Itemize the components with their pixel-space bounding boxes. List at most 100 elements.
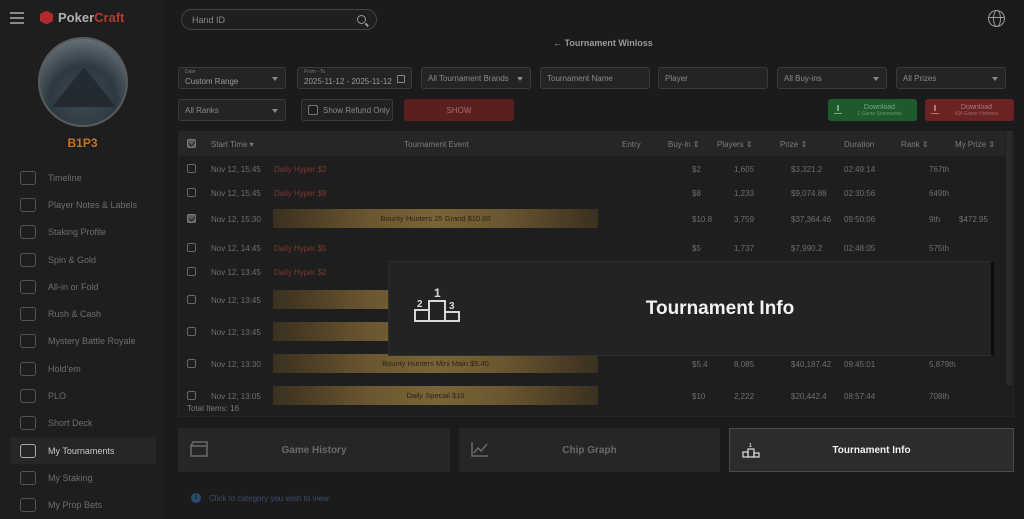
event-name: Bounty Hunters Mini Main $5.40: [382, 359, 489, 368]
duration-cell: 08:57:44: [844, 392, 876, 401]
start-time-cell: Nov 12, 14:45: [211, 244, 261, 253]
row-checkbox[interactable]: [187, 243, 196, 252]
row-checkbox[interactable]: [187, 267, 196, 276]
players-cell: 8,085: [734, 360, 755, 369]
sidebar-item-plo[interactable]: PLO: [10, 382, 156, 409]
show-button[interactable]: SHOW: [404, 99, 514, 121]
sidebar-item-all-in-or-fold[interactable]: All-in or Fold: [10, 273, 156, 300]
tab-game-history[interactable]: Game History: [178, 428, 450, 472]
sidebar-item-short-deck[interactable]: Short Deck: [10, 410, 156, 437]
ranks-select[interactable]: All Ranks: [178, 99, 286, 121]
sidebar-item-hold-em[interactable]: Hold'em: [10, 355, 156, 382]
sidebar-item-my-staking[interactable]: My Staking: [10, 464, 156, 491]
download-icon: [931, 105, 939, 114]
myprize-cell: $472.95: [959, 215, 988, 224]
table-scrollbar[interactable]: [1006, 131, 1012, 385]
buyin-cell: $10: [692, 392, 706, 401]
info-hint: i Click to category you wish to view: [191, 493, 329, 503]
download-summaries-button[interactable]: Download 1 Game Summaries: [828, 99, 917, 121]
row-checkbox[interactable]: [187, 164, 196, 173]
tab-chip-graph[interactable]: Chip Graph: [459, 428, 720, 472]
date-value: Custom Range: [185, 76, 239, 86]
tournament-name-input[interactable]: Tournament Name: [540, 67, 650, 89]
menu-icon[interactable]: [10, 12, 24, 24]
star-icon: [281, 327, 290, 336]
tournament-name-placeholder: Tournament Name: [547, 73, 613, 83]
row-checkbox[interactable]: [187, 188, 196, 197]
rank-cell: 5,879th: [929, 360, 956, 369]
duration-cell: 09:50:06: [844, 215, 876, 224]
col-my-prize[interactable]: My Prize ⇕: [955, 140, 995, 149]
sidebar-item-timeline[interactable]: Timeline: [10, 164, 156, 191]
refund-checkbox[interactable]: Show Refund Only: [301, 99, 393, 121]
avatar[interactable]: [38, 37, 128, 127]
buyin-cell: $8: [692, 189, 701, 198]
sidebar-item-label: PLO: [48, 391, 67, 402]
event-banner[interactable]: Daily Special $10: [273, 386, 598, 405]
trophy-icon: [20, 443, 36, 458]
sidebar-item-my-prop-bets[interactable]: My Prop Bets: [10, 492, 156, 519]
search-icon[interactable]: [357, 15, 366, 24]
table-row[interactable]: Nov 12, 14:45 Daily Hyper $5 $5 1,737 $7,990…: [179, 237, 1005, 259]
refund-label: Show Refund Only: [323, 105, 390, 115]
sidebar-item-player-notes-labels[interactable]: Player Notes & Labels: [10, 191, 156, 218]
sidebar-item-spin-gold[interactable]: Spin & Gold: [10, 246, 156, 273]
table-row[interactable]: Nov 12, 15:45 Daily Hyper $8 $8 1,233 $9,074…: [179, 182, 1005, 204]
download-histories-button[interactable]: Download 436 Game Histories: [925, 99, 1014, 121]
date-range-field[interactable]: From - To 2025-11-12 - 2025-11-12: [297, 67, 412, 89]
brands-value: All Tournament Brands: [428, 73, 509, 83]
tab-tournament-info[interactable]: 1 Tournament Info: [729, 428, 1014, 472]
players-cell: 3,759: [734, 215, 755, 224]
overlay-title: Tournament Info: [645, 298, 795, 319]
buyins-select[interactable]: All Buy-ins: [777, 67, 887, 89]
table-row[interactable]: Nov 12, 13:05 Daily Special $10 $10 2,222 $2…: [179, 385, 1005, 407]
row-checkbox[interactable]: [187, 359, 196, 368]
sidebar-item-mystery-battle-royale[interactable]: Mystery Battle Royale: [10, 328, 156, 355]
prize-cell: $40,187.42: [791, 360, 832, 369]
event-banner[interactable]: Bounty Hunters 25 Grand $10.80: [273, 209, 598, 228]
rank-cell: 649th: [929, 189, 950, 198]
start-time-cell: Nov 12, 15:30: [211, 215, 261, 224]
player-input[interactable]: Player: [658, 67, 768, 89]
row-checkbox[interactable]: [187, 295, 196, 304]
pokercraft-logo-icon: [40, 10, 53, 25]
col-rank[interactable]: Rank ⇕: [901, 140, 929, 149]
select-all-checkbox[interactable]: [187, 139, 196, 148]
date-select[interactable]: Date Custom Range: [178, 67, 286, 89]
download-summaries-sub: 1 Game Summaries: [857, 110, 902, 117]
checkbox-icon[interactable]: [308, 105, 318, 115]
table-row[interactable]: Nov 12, 13:30 Bounty Hunters Mini Main $5…: [179, 353, 1005, 375]
brands-select[interactable]: All Tournament Brands: [421, 67, 531, 89]
spin-gold-icon: [20, 252, 36, 267]
app-root: PokerCraft B1P3 Timeline Player Notes & L…: [0, 0, 1024, 519]
row-checkbox[interactable]: [187, 327, 196, 336]
sidebar-item-label: Hold'em: [48, 363, 81, 374]
sidebar-item-rush-cash[interactable]: Rush & Cash: [10, 300, 156, 327]
sidebar-item-label: Staking Profile: [48, 227, 107, 238]
buyin-cell: $10.8: [692, 215, 713, 224]
prizes-select[interactable]: All Prizes: [896, 67, 1006, 89]
row-checkbox[interactable]: [187, 214, 196, 223]
col-start-time[interactable]: Start Time ▾: [211, 140, 254, 149]
table-row[interactable]: Nov 12, 15:45 Daily Hyper $2 $2 1,605 $3,321…: [179, 158, 1005, 180]
event-banner[interactable]: Bounty Hunters Mini Main $5.40: [273, 354, 598, 373]
brand-logo[interactable]: PokerCraft: [40, 10, 124, 25]
sidebar-item-staking-profile[interactable]: Staking Profile: [10, 219, 156, 246]
start-time-cell: Nov 12, 13:30: [211, 360, 261, 369]
star-icon: [581, 359, 590, 368]
row-checkbox[interactable]: [187, 391, 196, 400]
globe-icon[interactable]: [988, 10, 1005, 27]
sidebar-item-label: Mystery Battle Royale: [48, 336, 136, 347]
download-summaries-title: Download: [863, 103, 896, 111]
col-prize[interactable]: Prize ⇕: [780, 140, 807, 149]
col-buyin[interactable]: Buy-in ⇕: [668, 140, 700, 149]
col-players[interactable]: Players ⇕: [717, 140, 753, 149]
player-notes-icon: [20, 197, 36, 212]
sidebar-item-my-tournaments[interactable]: My Tournaments: [10, 436, 156, 465]
calendar-icon[interactable]: [397, 75, 405, 83]
col-event: Tournament Event: [404, 140, 469, 149]
my-staking-icon: [20, 470, 36, 485]
buyin-cell: $5: [692, 244, 701, 253]
table-row[interactable]: Nov 12, 15:30 Bounty Hunters 25 Grand $10…: [179, 208, 1005, 230]
search-input[interactable]: Hand ID: [181, 9, 377, 30]
